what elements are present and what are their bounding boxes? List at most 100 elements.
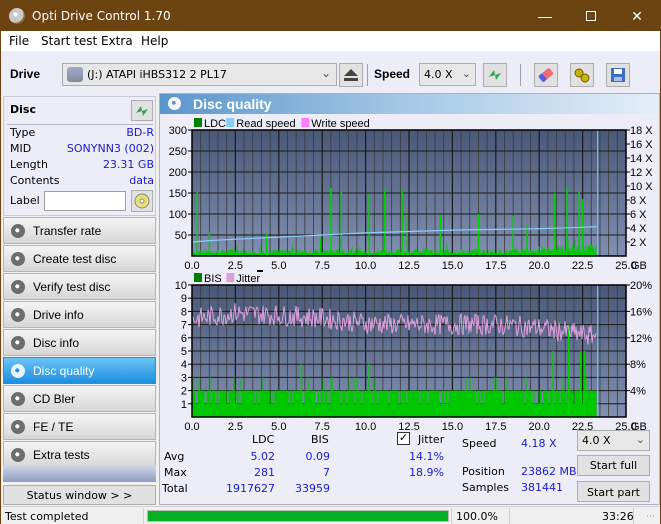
eject-button[interactable]: [339, 63, 363, 87]
nav-create-test-disc[interactable]: Create test disc: [3, 245, 156, 272]
disc-label-input[interactable]: [44, 191, 126, 211]
x-tick-label: 22.5: [572, 260, 593, 272]
nav-label: Verify test disc: [33, 280, 111, 294]
nav-label: Create test disc: [33, 252, 117, 266]
eject-icon: [344, 69, 358, 81]
save-button[interactable]: [606, 63, 630, 87]
menu-file[interactable]: File: [9, 34, 29, 48]
stats-total-label: Total: [162, 482, 188, 495]
stats-header-jitter: Jitter: [418, 433, 445, 446]
disc-mid-key: MID: [10, 142, 32, 155]
status-text: Test completed: [5, 510, 89, 523]
legend-label: LDC: [204, 118, 226, 130]
resize-grip-icon[interactable]: ⋯: [646, 512, 655, 522]
statusbar-separator: [143, 508, 144, 524]
menu-bar: File Start test Extra Help: [1, 31, 660, 51]
status-bar: Test completed 100.0% 33:26 ⋯: [1, 506, 660, 524]
x-tick-label: 7.5: [315, 421, 330, 433]
y-tick-label: 6: [181, 333, 187, 345]
nav-label: FE / TE: [33, 420, 74, 434]
y-tick-label: 250: [169, 146, 187, 158]
legend-swatch: [194, 118, 202, 127]
nav-label: Extra tests: [33, 448, 90, 462]
status-window-button[interactable]: Status window > >: [3, 485, 156, 505]
stats-max-jitter: 18.9%: [409, 466, 444, 479]
x-tick-label: 10.0: [355, 260, 376, 272]
nav-transfer-rate[interactable]: Transfer rate: [3, 217, 156, 244]
panel-header: Disc quality: [160, 94, 659, 114]
minimize-button[interactable]: —: [522, 1, 568, 31]
disc-mid-value: SONYNN3 (002): [66, 142, 154, 155]
speed-select[interactable]: 4.0 X ⌄: [419, 63, 476, 86]
create-test-disc-icon: [11, 252, 25, 266]
legend-swatch: [226, 118, 235, 127]
disc-refresh-button[interactable]: [131, 100, 153, 121]
drive-select[interactable]: (J:) ATAPI iHBS312 2 PL17 ⌄: [62, 63, 337, 86]
position-label: Position: [462, 465, 505, 478]
x-tick-label: 0.0: [184, 260, 199, 272]
progress-bar: [147, 510, 449, 522]
nav-label: CD Bler: [33, 392, 76, 406]
y-tick-label: 7: [181, 320, 187, 332]
chart-2: 12 34567 8910 4% 8% 12% 16% 20% 0.0 2.5 5.0 7.5 10.0…: [175, 270, 652, 433]
drive-info-icon: [11, 308, 25, 322]
y-right-tick-label: 14 X: [630, 153, 653, 165]
chart-1: 50 100 150 200 250 300 2 X 4 X 6 X 8 X 10 X 12 X 14 …: [169, 118, 653, 272]
disc-contents-key: Contents: [10, 174, 60, 187]
panel-title: Disc quality: [193, 96, 272, 112]
drive-label: Drive: [10, 67, 41, 81]
disc-icon: [134, 193, 150, 209]
x-tick-label: 20.0: [528, 421, 549, 433]
start-part-button[interactable]: Start part: [577, 481, 650, 502]
verify-test-disc-icon: [11, 280, 25, 294]
settings-button[interactable]: [570, 63, 594, 87]
close-icon: ✕: [631, 7, 643, 24]
menu-extra[interactable]: Extra: [101, 34, 133, 48]
menu-start-test[interactable]: Start test: [41, 34, 97, 48]
y-tick-label: 150: [169, 188, 187, 200]
statusbar-separator: [633, 508, 634, 524]
nav-cd-bler[interactable]: CD Bler: [3, 385, 156, 412]
disc-info-panel: Disc Type BD-R MID SONYNN3 (002) Length 23.…: [3, 96, 156, 216]
disc-length-key: Length: [10, 158, 48, 171]
disc-label-button[interactable]: [131, 190, 153, 212]
jitter-checkbox[interactable]: ✓: [397, 432, 410, 445]
close-button[interactable]: ✕: [614, 1, 660, 31]
x-tick-label: 15.0: [442, 421, 463, 433]
y-tick-label: 50: [175, 230, 187, 242]
settings-icon: [574, 68, 590, 83]
disc-type-key: Type: [10, 126, 36, 139]
nav-disc-quality[interactable]: Disc quality: [3, 357, 156, 384]
nav-drive-info[interactable]: Drive info: [3, 301, 156, 328]
speed-stat-label: Speed: [462, 437, 497, 450]
menu-help[interactable]: Help: [141, 34, 168, 48]
x-tick-label: 17.5: [485, 421, 506, 433]
cd-bler-icon: [11, 392, 25, 406]
drive-select-value: (J:) ATAPI iHBS312 2 PL17: [87, 68, 227, 81]
nav-disc-info[interactable]: Disc info: [3, 329, 156, 356]
test-speed-select[interactable]: 4.0 X ⌄: [577, 430, 650, 451]
x-tick-label: 0.0: [184, 421, 199, 433]
window-title: Opti Drive Control 1.70: [32, 9, 171, 23]
refresh-button[interactable]: [483, 63, 507, 87]
erase-button[interactable]: [534, 63, 558, 87]
y-right-tick-label: 16 X: [630, 139, 653, 151]
refresh-icon: [136, 105, 148, 116]
disc-type-value: BD-R: [126, 126, 154, 139]
x-tick-label: 2.5: [228, 421, 243, 433]
nav-label: Drive info: [33, 308, 84, 322]
left-pane: Disc Type BD-R MID SONYNN3 (002) Length 23.…: [1, 96, 158, 506]
maximize-button[interactable]: [568, 1, 614, 31]
stats-max-bis: 7: [323, 466, 330, 479]
nav-verify-test-disc[interactable]: Verify test disc: [3, 273, 156, 300]
nav-extra-tests[interactable]: Extra tests: [3, 441, 156, 468]
nav-filler: [3, 465, 156, 482]
speed-select-value: 4.0 X: [424, 68, 453, 81]
nav-fe-te[interactable]: FE / TE: [3, 413, 156, 440]
y-tick-label: 300: [169, 125, 187, 137]
stats-max-ldc: 281: [254, 466, 275, 479]
x-tick-label: 2.5: [228, 260, 243, 272]
y-right-tick-label: 12%: [630, 333, 652, 345]
disc-label-key: Label: [10, 194, 40, 207]
start-full-button[interactable]: Start full: [577, 455, 650, 476]
